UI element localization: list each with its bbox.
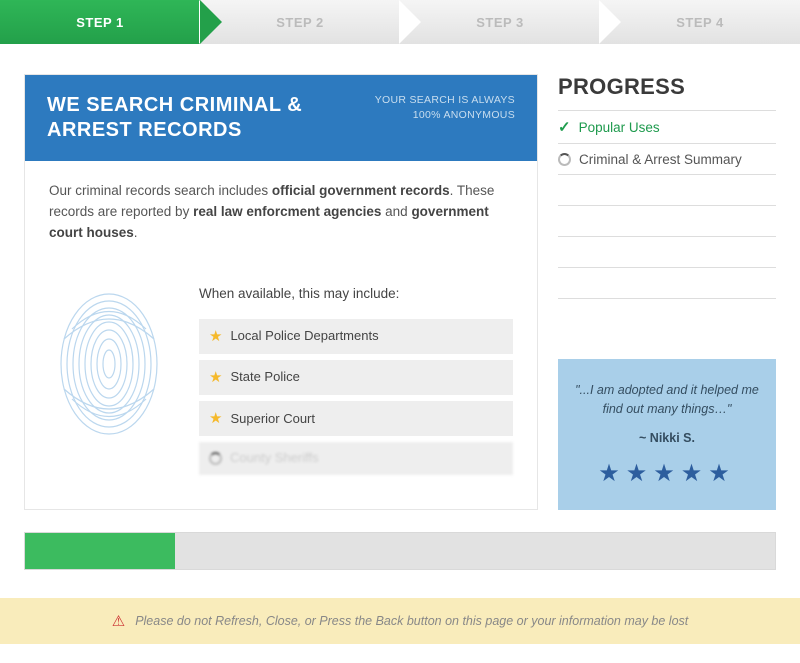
step-4: STEP 4	[600, 0, 800, 44]
step-3: STEP 3	[400, 0, 600, 44]
progress-item-empty	[558, 174, 776, 205]
sidebar: PROGRESS ✓ Popular Uses Criminal & Arres…	[558, 74, 776, 510]
desc-bold: real law enforcment agencies	[193, 204, 381, 219]
progress-bar-fill	[25, 533, 175, 569]
include-item-label: County Sheriffs	[230, 448, 319, 468]
include-item-loading: County Sheriffs	[199, 442, 513, 474]
check-icon: ✓	[558, 118, 571, 136]
desc-text: .	[134, 225, 138, 240]
desc-text: Our criminal records search includes	[49, 183, 272, 198]
step-2: STEP 2	[200, 0, 400, 44]
warning-banner: ⚠ Please do not Refresh, Close, or Press…	[0, 598, 800, 644]
warning-icon: ⚠	[112, 612, 125, 630]
include-item-label: Superior Court	[230, 409, 315, 429]
progress-item-empty	[558, 298, 776, 329]
testimonial-author: ~ Nikki S.	[572, 431, 762, 445]
include-item: ★ Local Police Departments	[199, 319, 513, 354]
star-icon: ★	[209, 407, 222, 430]
include-item-label: State Police	[230, 367, 299, 387]
progress-item-label: Popular Uses	[579, 120, 660, 135]
progress-item-label: Criminal & Arrest Summary	[579, 152, 742, 167]
main-panel: WE SEARCH CRIMINAL & ARREST RECORDS YOUR…	[24, 74, 538, 510]
progress-item-empty	[558, 236, 776, 267]
includes-title: When available, this may include:	[199, 284, 513, 305]
fingerprint-icon	[49, 284, 169, 444]
spinner-icon	[558, 153, 571, 166]
spinner-icon	[209, 452, 222, 465]
testimonial-quote: "...I am adopted and it helped me find o…	[572, 381, 762, 419]
progress-bar	[24, 532, 776, 570]
progress-item-loading: Criminal & Arrest Summary	[558, 143, 776, 174]
star-icon: ★	[209, 366, 222, 389]
panel-subtitle-line2: 100% ANONYMOUS	[375, 108, 515, 123]
desc-text: and	[381, 204, 411, 219]
progress-item-empty	[558, 267, 776, 298]
panel-title: WE SEARCH CRIMINAL & ARREST RECORDS	[47, 93, 357, 143]
progress-item-done: ✓ Popular Uses	[558, 110, 776, 143]
testimonial-card: "...I am adopted and it helped me find o…	[558, 359, 776, 510]
progress-title: PROGRESS	[558, 74, 776, 100]
star-icon: ★	[209, 325, 222, 348]
include-item: ★ Superior Court	[199, 401, 513, 436]
rating-stars: ★★★★★	[572, 459, 762, 488]
panel-subtitle-line1: YOUR SEARCH IS ALWAYS	[375, 93, 515, 108]
progress-item-empty	[558, 205, 776, 236]
panel-description: Our criminal records search includes off…	[49, 181, 513, 244]
step-bar: STEP 1 STEP 2 STEP 3 STEP 4	[0, 0, 800, 44]
panel-header: WE SEARCH CRIMINAL & ARREST RECORDS YOUR…	[25, 75, 537, 161]
include-item-label: Local Police Departments	[230, 326, 378, 346]
panel-body: Our criminal records search includes off…	[25, 161, 537, 509]
desc-bold: official government records	[272, 183, 450, 198]
warning-text: Please do not Refresh, Close, or Press t…	[135, 614, 688, 628]
step-1: STEP 1	[0, 0, 200, 44]
include-item: ★ State Police	[199, 360, 513, 395]
panel-subtitle: YOUR SEARCH IS ALWAYS 100% ANONYMOUS	[375, 93, 515, 122]
